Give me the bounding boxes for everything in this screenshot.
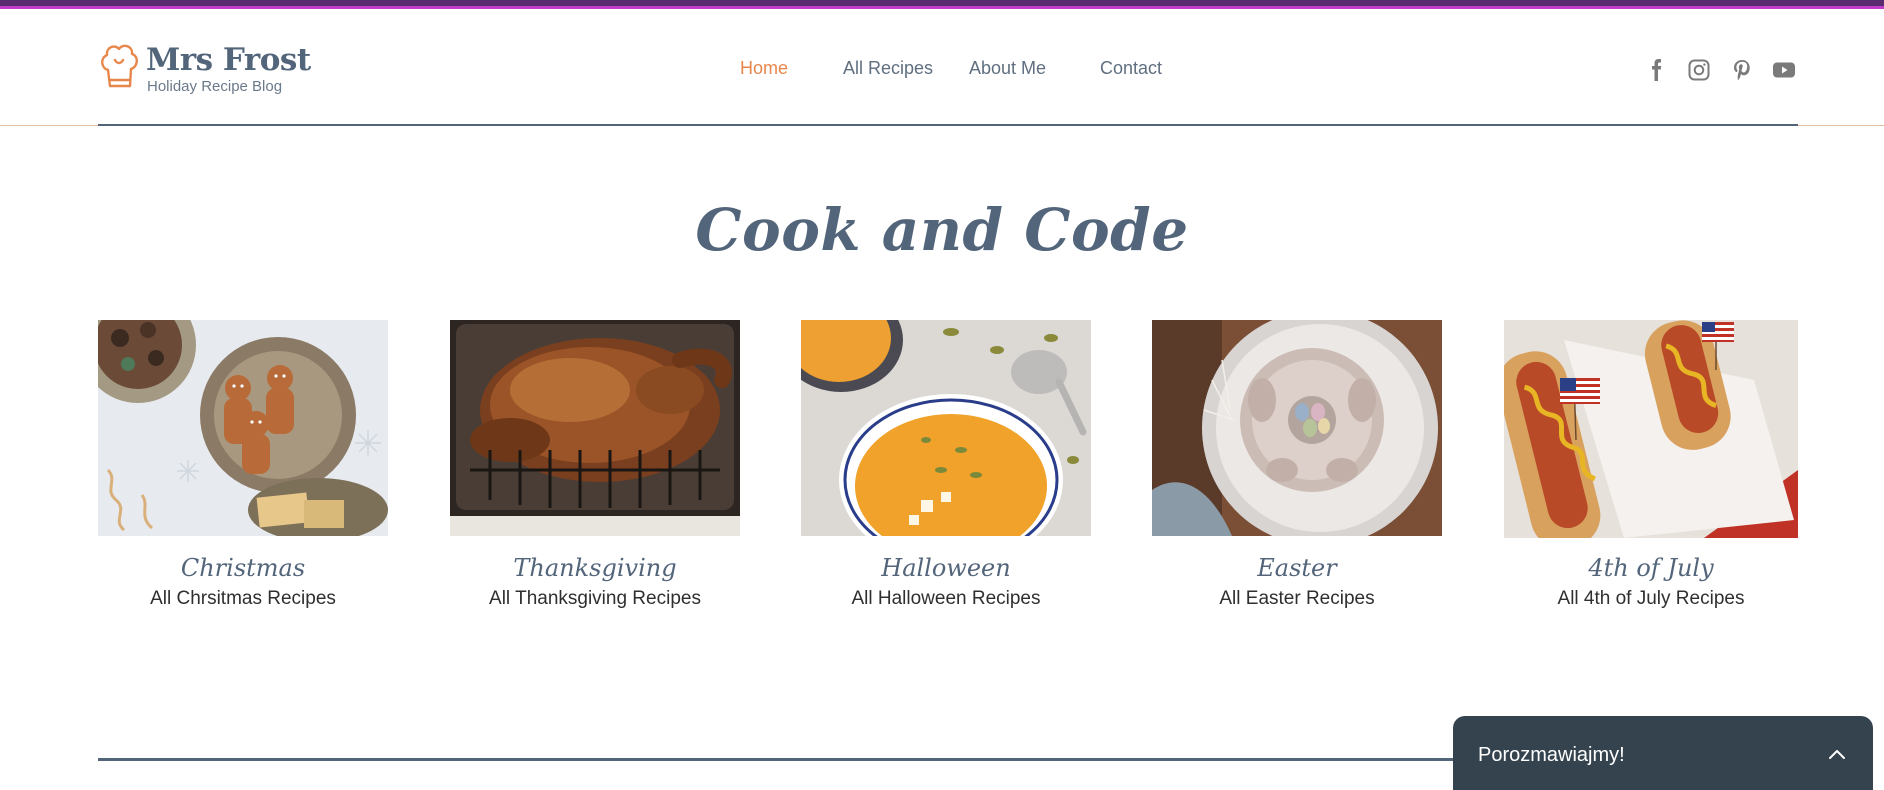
nav-item-about-me[interactable]: About Me	[969, 58, 1046, 79]
category-link[interactable]: All Thanksgiving Recipes	[450, 588, 740, 610]
header-divider	[98, 124, 1798, 126]
category-link[interactable]: All Chrsitmas Recipes	[98, 588, 388, 610]
pinterest-icon[interactable]	[1730, 58, 1754, 82]
chat-widget[interactable]: Porozmawiajmy!	[1453, 716, 1873, 790]
nav-item-home[interactable]: Home	[740, 58, 788, 79]
pumpkin-soup-image[interactable]	[801, 320, 1091, 536]
gingerbread-cookies-image[interactable]	[98, 320, 388, 536]
category-link[interactable]: All Halloween Recipes	[801, 588, 1091, 610]
main-nav: Home All Recipes About Me Contact	[0, 58, 1884, 82]
category-link[interactable]: All 4th of July Recipes	[1504, 588, 1798, 610]
hot-dogs-flags-image[interactable]	[1504, 320, 1798, 538]
category-title: Easter	[1257, 554, 1337, 582]
chat-label: Porozmawiajmy!	[1478, 744, 1625, 766]
category-card-easter[interactable]: Easter All Easter Recipes	[1152, 320, 1442, 620]
category-title: Halloween	[881, 554, 1011, 582]
roast-turkey-image[interactable]	[450, 320, 740, 536]
category-card-christmas[interactable]: Christmas All Chrsitmas Recipes	[98, 320, 388, 620]
page-title: Cook and Code	[695, 196, 1189, 264]
chevron-up-icon[interactable]	[1827, 744, 1847, 764]
section-divider	[98, 758, 1554, 761]
category-link[interactable]: All Easter Recipes	[1152, 588, 1442, 610]
nav-item-contact[interactable]: Contact	[1100, 58, 1162, 79]
category-title: 4th of July	[1588, 554, 1714, 582]
instagram-icon[interactable]	[1687, 58, 1711, 82]
facebook-icon[interactable]	[1644, 58, 1668, 82]
top-border-accent	[0, 6, 1884, 9]
nav-item-all-recipes[interactable]: All Recipes	[843, 58, 933, 79]
bundt-cake-eggs-image[interactable]	[1152, 320, 1442, 536]
category-card-thanksgiving[interactable]: Thanksgiving All Thanksgiving Recipes	[450, 320, 740, 620]
category-card-4th-of-july[interactable]: 4th of July All 4th of July Recipes	[1504, 320, 1798, 620]
category-title: Thanksgiving	[513, 554, 677, 582]
category-title: Christmas	[180, 554, 306, 582]
category-card-halloween[interactable]: Halloween All Halloween Recipes	[801, 320, 1091, 620]
youtube-icon[interactable]	[1772, 58, 1796, 82]
